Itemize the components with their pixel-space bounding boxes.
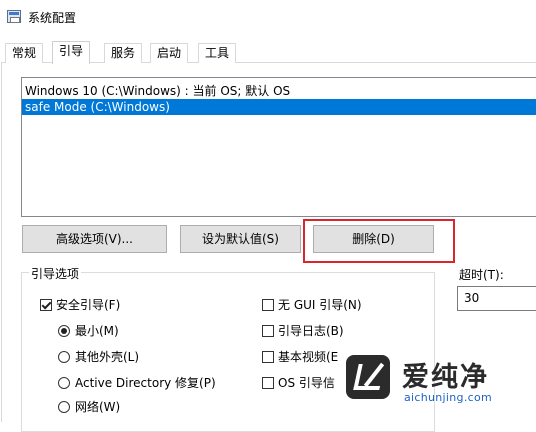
base-video-checkbox[interactable] bbox=[262, 350, 274, 363]
os-boot-info-checkbox-row[interactable]: OS 引导信 bbox=[262, 374, 335, 391]
safe-boot-checkbox-row[interactable]: 安全引导(F) bbox=[40, 296, 120, 313]
safe-boot-label: 安全引导(F) bbox=[56, 298, 121, 312]
os-boot-info-checkbox[interactable] bbox=[262, 376, 274, 389]
minimal-label: 最小(M) bbox=[75, 324, 119, 338]
tab-services[interactable]: 服务 bbox=[104, 43, 143, 63]
boot-options-title: 引导选项 bbox=[29, 265, 82, 282]
active-directory-radio-row[interactable]: Active Directory 修复(P) bbox=[58, 374, 216, 391]
timeout-label: 超时(T): bbox=[459, 268, 504, 282]
network-radio-row[interactable]: 网络(W) bbox=[58, 398, 120, 415]
network-radio[interactable] bbox=[58, 400, 70, 413]
alternate-shell-radio[interactable] bbox=[58, 350, 70, 363]
os-list[interactable]: Windows 10 (C:\Windows) : 当前 OS; 默认 OS s… bbox=[21, 77, 536, 217]
alternate-shell-radio-row[interactable]: 其他外壳(L) bbox=[58, 348, 139, 365]
active-directory-radio[interactable] bbox=[58, 376, 70, 389]
tab-boot[interactable]: 引导 bbox=[52, 41, 91, 64]
watermark-logo-icon bbox=[346, 355, 390, 399]
tab-startup[interactable]: 启动 bbox=[150, 43, 189, 63]
window-title: 系统配置 bbox=[28, 11, 77, 25]
title-bar: 系统配置 bbox=[0, 0, 536, 36]
set-default-button[interactable]: 设为默认值(S) bbox=[180, 225, 301, 253]
boot-log-label: 引导日志(B) bbox=[278, 324, 344, 338]
tab-tools[interactable]: 工具 bbox=[198, 43, 237, 63]
base-video-label: 基本视频(E bbox=[278, 350, 339, 364]
advanced-options-button[interactable]: 高级选项(V)... bbox=[22, 225, 167, 253]
highlight-annotation bbox=[303, 219, 455, 263]
tab-strip: 常规 引导 服务 启动 工具 bbox=[0, 41, 536, 64]
os-boot-info-label: OS 引导信 bbox=[278, 376, 335, 390]
safe-boot-checkbox[interactable] bbox=[40, 298, 52, 311]
tab-general[interactable]: 常规 bbox=[5, 43, 44, 63]
no-gui-label: 无 GUI 引导(N) bbox=[278, 298, 362, 312]
base-video-checkbox-row[interactable]: 基本视频(E bbox=[262, 348, 338, 365]
alternate-shell-label: 其他外壳(L) bbox=[75, 350, 140, 364]
os-entry-safe-mode[interactable]: safe Mode (C:\Windows) bbox=[22, 99, 536, 115]
no-gui-checkbox-row[interactable]: 无 GUI 引导(N) bbox=[262, 296, 362, 313]
boot-log-checkbox[interactable] bbox=[262, 324, 274, 337]
active-directory-label: Active Directory 修复(P) bbox=[75, 376, 216, 390]
os-entry-windows10[interactable]: Windows 10 (C:\Windows) : 当前 OS; 默认 OS bbox=[22, 83, 536, 99]
timeout-input[interactable]: 30 bbox=[457, 286, 536, 311]
no-gui-checkbox[interactable] bbox=[262, 298, 274, 311]
boot-log-checkbox-row[interactable]: 引导日志(B) bbox=[262, 322, 344, 339]
watermark-url: aichunjing.com bbox=[404, 391, 493, 404]
minimal-radio-row[interactable]: 最小(M) bbox=[58, 322, 119, 339]
system-config-icon bbox=[7, 10, 21, 23]
watermark-brand: 爱纯净 bbox=[402, 362, 489, 393]
minimal-radio[interactable] bbox=[58, 324, 70, 337]
network-label: 网络(W) bbox=[75, 400, 121, 414]
watermark: 爱纯净 aichunjing.com bbox=[338, 347, 536, 409]
